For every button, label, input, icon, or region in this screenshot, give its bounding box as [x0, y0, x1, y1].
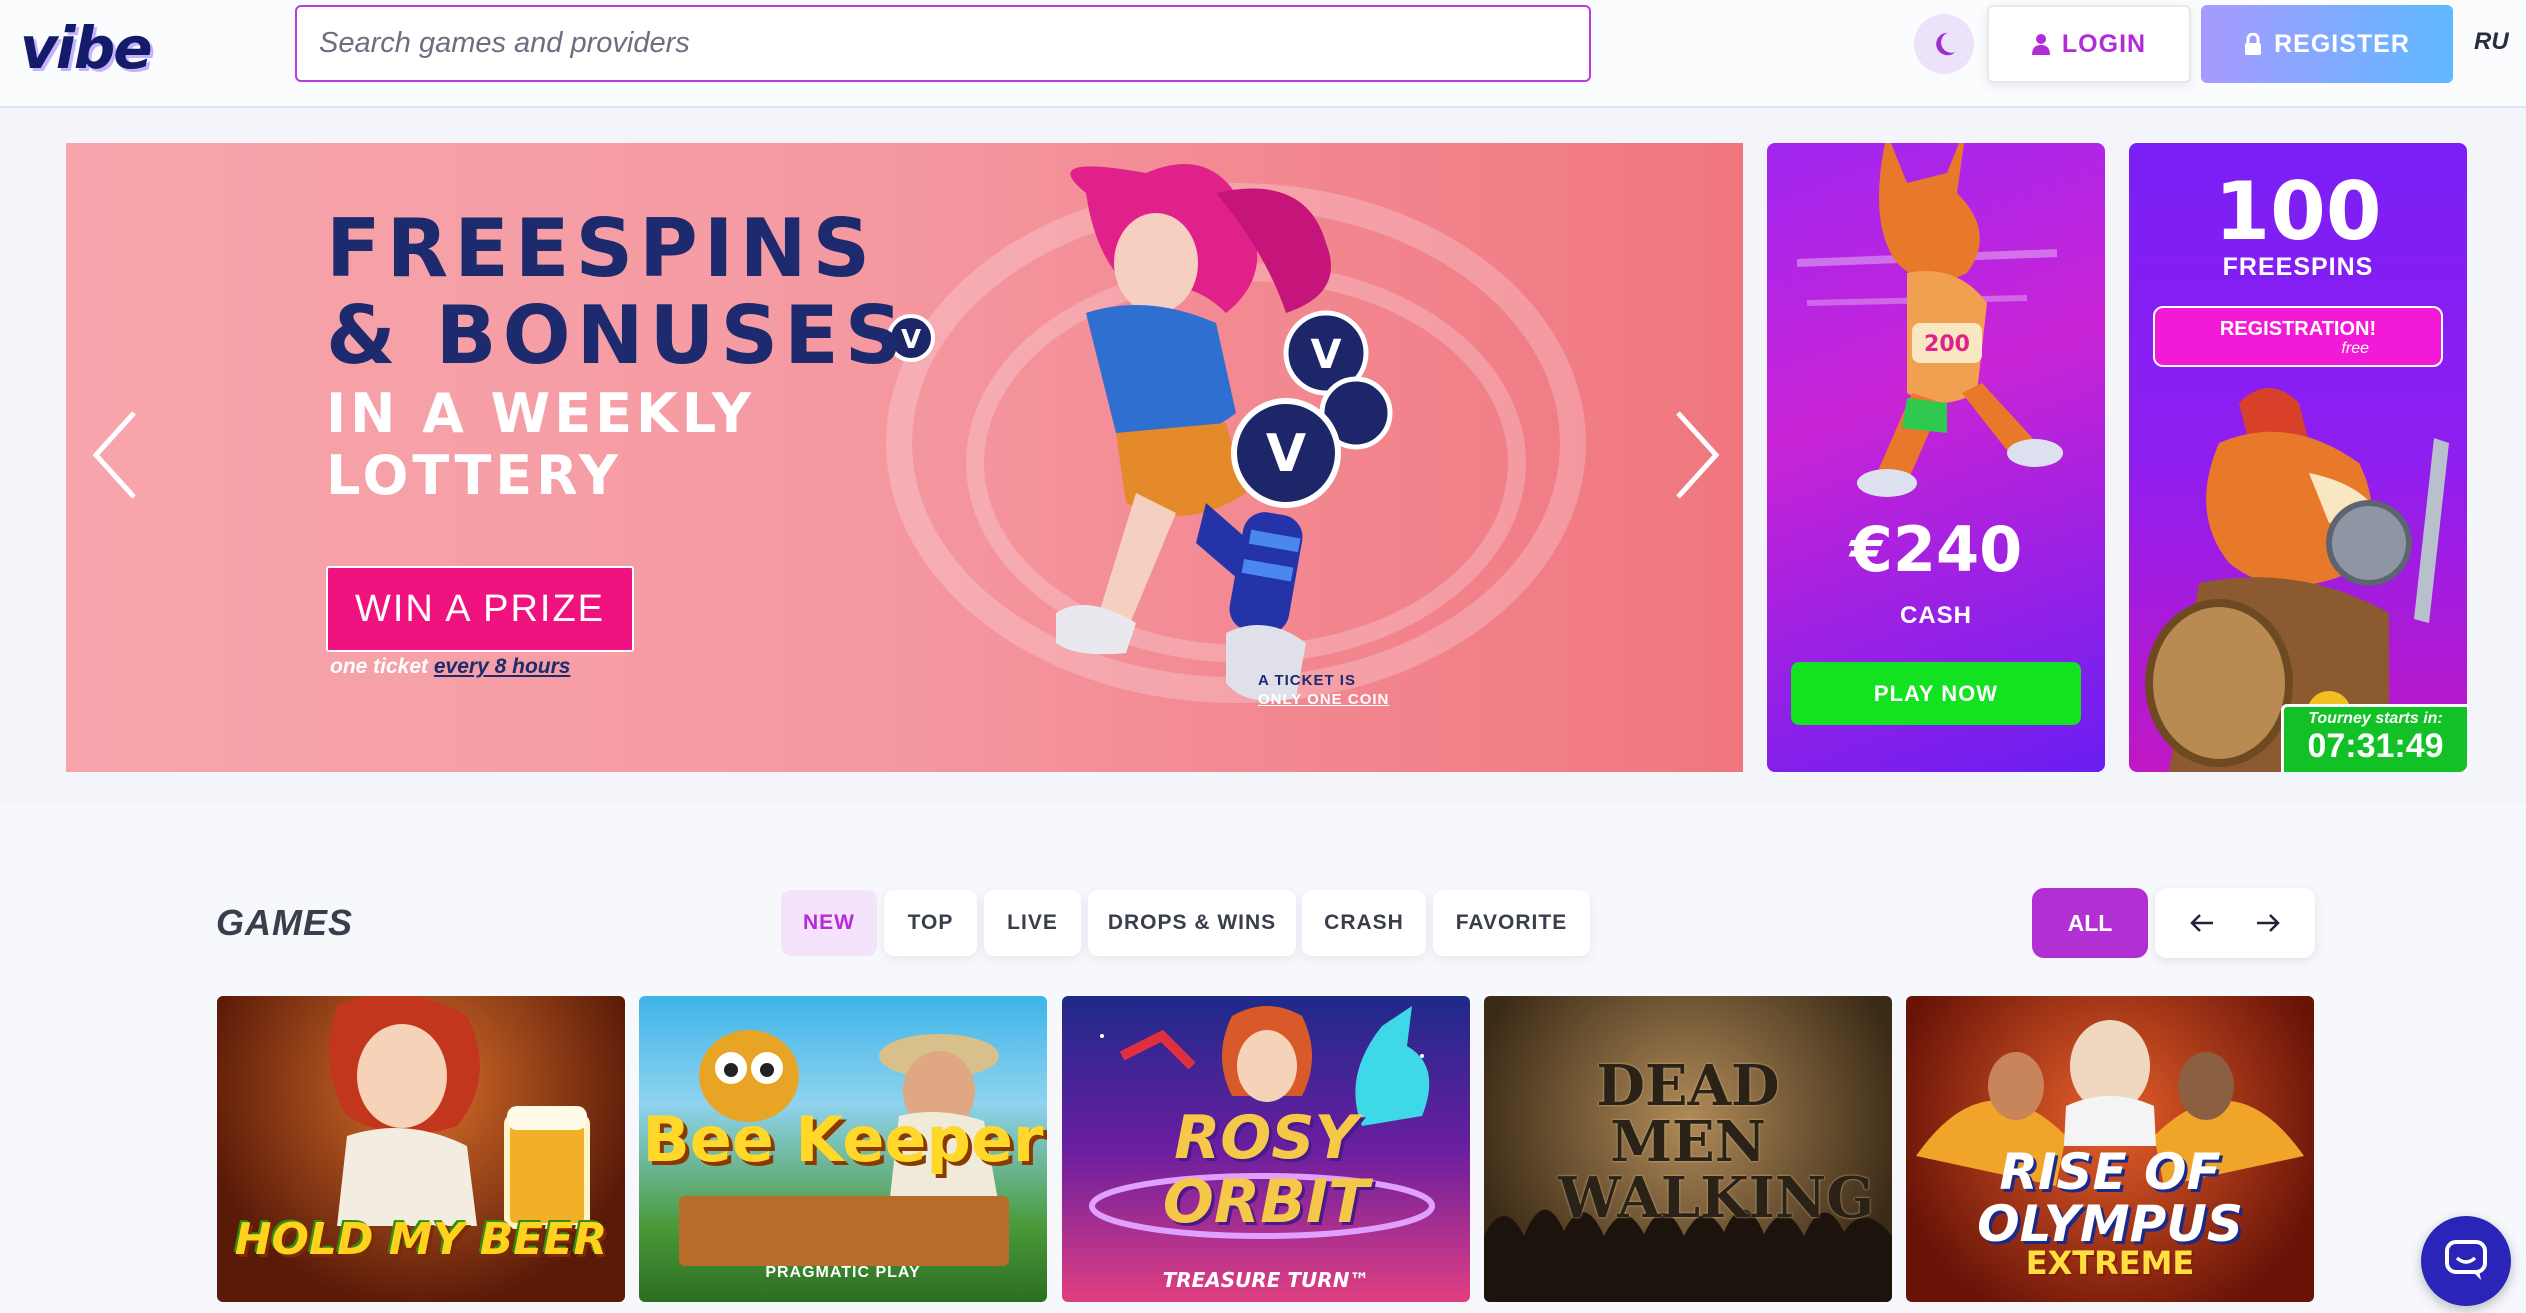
- game-tile-bee-keeper[interactable]: Bee Keeper PRAGMATIC PLAY: [639, 996, 1047, 1302]
- hero-subtitle-line: LOTTERY: [326, 444, 622, 507]
- language-switch[interactable]: RU: [2474, 28, 2509, 56]
- tab-new[interactable]: NEW: [781, 890, 877, 956]
- login-label: LOGIN: [2061, 29, 2147, 58]
- game-title: Bee Keeper: [642, 1103, 1044, 1176]
- game-title: ROSY ORBIT: [1162, 1103, 1370, 1237]
- site-header: vibe LOGIN REGISTER RU: [0, 0, 2526, 108]
- chat-button[interactable]: [2421, 1216, 2511, 1306]
- game-title: RISE OF OLYMPUS: [1977, 1143, 2243, 1253]
- tab-drops-wins[interactable]: DROPS & WINS: [1088, 890, 1296, 956]
- hero-note-text: one ticket: [330, 655, 429, 678]
- freespins-promo-card[interactable]: 100 FREESPINS REGISTRATION! free Tourney…: [2129, 143, 2467, 772]
- register-label: REGISTER: [2274, 29, 2410, 58]
- hero-note-link[interactable]: every 8 hours: [434, 655, 571, 678]
- game-tile-dead-men-walking[interactable]: DEAD MEN WALKING: [1484, 996, 1892, 1302]
- play-now-button[interactable]: PLAY NOW: [1791, 662, 2081, 725]
- game-title: DEAD MEN WALKING: [1558, 1053, 1875, 1231]
- registration-button-sub: free: [2341, 340, 2369, 357]
- chat-icon: [2445, 1240, 2487, 1280]
- moon-icon: [1936, 32, 1956, 56]
- cash-promo-card[interactable]: 200 €240 CASH PLAY NOW: [1767, 143, 2105, 772]
- tab-crash[interactable]: CRASH: [1302, 890, 1426, 956]
- hero-subtitle-line: IN A WEEKLY: [326, 382, 755, 445]
- user-icon: [2031, 34, 2050, 55]
- arrow-right-icon[interactable]: [2253, 908, 2283, 938]
- freespins-label: FREESPINS: [2222, 253, 2374, 281]
- hero-title-line: & BONUSES: [326, 289, 909, 382]
- hero-note: one ticket every 8 hours: [330, 655, 570, 679]
- search-box[interactable]: [295, 5, 1591, 82]
- tourney-countdown: 07:31:49: [2307, 727, 2444, 765]
- games-title: GAMES: [216, 902, 354, 943]
- all-games-button[interactable]: ALL: [2032, 888, 2148, 958]
- registration-button-label: REGISTRATION!: [2219, 318, 2377, 340]
- game-title: HOLD MY BEER: [234, 1214, 608, 1265]
- ticket-note-link[interactable]: ONLY ONE COIN: [1258, 690, 1389, 709]
- hero-banner[interactable]: V V V FREESPINS & BONUSES IN A WEEKLY LO…: [66, 143, 1743, 772]
- hero-title: FREESPINS & BONUSES: [326, 205, 908, 379]
- registration-button[interactable]: REGISTRATION! free: [2153, 306, 2443, 367]
- vibe-logo[interactable]: vibe: [20, 14, 153, 82]
- ticket-note-line: A TICKET IS: [1258, 672, 1356, 689]
- cash-amount: €240: [1849, 513, 2023, 586]
- hero-title-line: FREESPINS: [326, 202, 877, 295]
- svg-text:V: V: [1311, 332, 1342, 378]
- hero-subtitle: IN A WEEKLY LOTTERY: [326, 383, 755, 507]
- login-button[interactable]: LOGIN: [1987, 5, 2191, 83]
- ticket-note: A TICKET IS ONLY ONE COIN: [1258, 671, 1389, 709]
- theme-toggle-button[interactable]: [1914, 14, 1974, 74]
- lock-icon: [2245, 33, 2262, 55]
- freespins-count: 100: [2214, 165, 2382, 258]
- tab-favorite[interactable]: FAVORITE: [1433, 890, 1590, 956]
- tab-top[interactable]: TOP: [884, 890, 977, 956]
- cash-label: CASH: [1899, 602, 1972, 629]
- game-provider: PRAGMATIC PLAY: [765, 1264, 921, 1281]
- tourney-label: Tourney starts in:: [2308, 710, 2443, 727]
- svg-text:V: V: [1266, 424, 1306, 484]
- hero-character-illustration: V V V: [887, 164, 1393, 701]
- tab-live[interactable]: LIVE: [984, 890, 1081, 956]
- tourney-countdown-box: Tourney starts in: 07:31:49: [2281, 704, 2467, 772]
- games-pager: [2155, 888, 2315, 958]
- fox-runner-illustration: 200: [1797, 143, 2063, 497]
- game-tile-rise-of-olympus[interactable]: RISE OF OLYMPUS EXTREME: [1906, 996, 2314, 1302]
- chevron-right-icon[interactable]: [1666, 405, 1726, 505]
- arrow-left-icon[interactable]: [2187, 908, 2217, 938]
- game-tile-hold-my-beer[interactable]: HOLD MY BEER: [217, 996, 625, 1302]
- win-a-prize-button[interactable]: WIN A PRIZE: [326, 566, 634, 652]
- game-subtitle: TREASURE TURN™: [1162, 1268, 1370, 1292]
- search-input[interactable]: [319, 27, 1589, 60]
- game-subtitle: EXTREME: [2025, 1244, 2195, 1282]
- register-button[interactable]: REGISTER: [2201, 5, 2453, 83]
- svg-text:200: 200: [1924, 332, 1970, 357]
- chevron-left-icon[interactable]: [86, 405, 146, 505]
- game-tile-rosy-orbit[interactable]: ROSY ORBIT TREASURE TURN™: [1062, 996, 1470, 1302]
